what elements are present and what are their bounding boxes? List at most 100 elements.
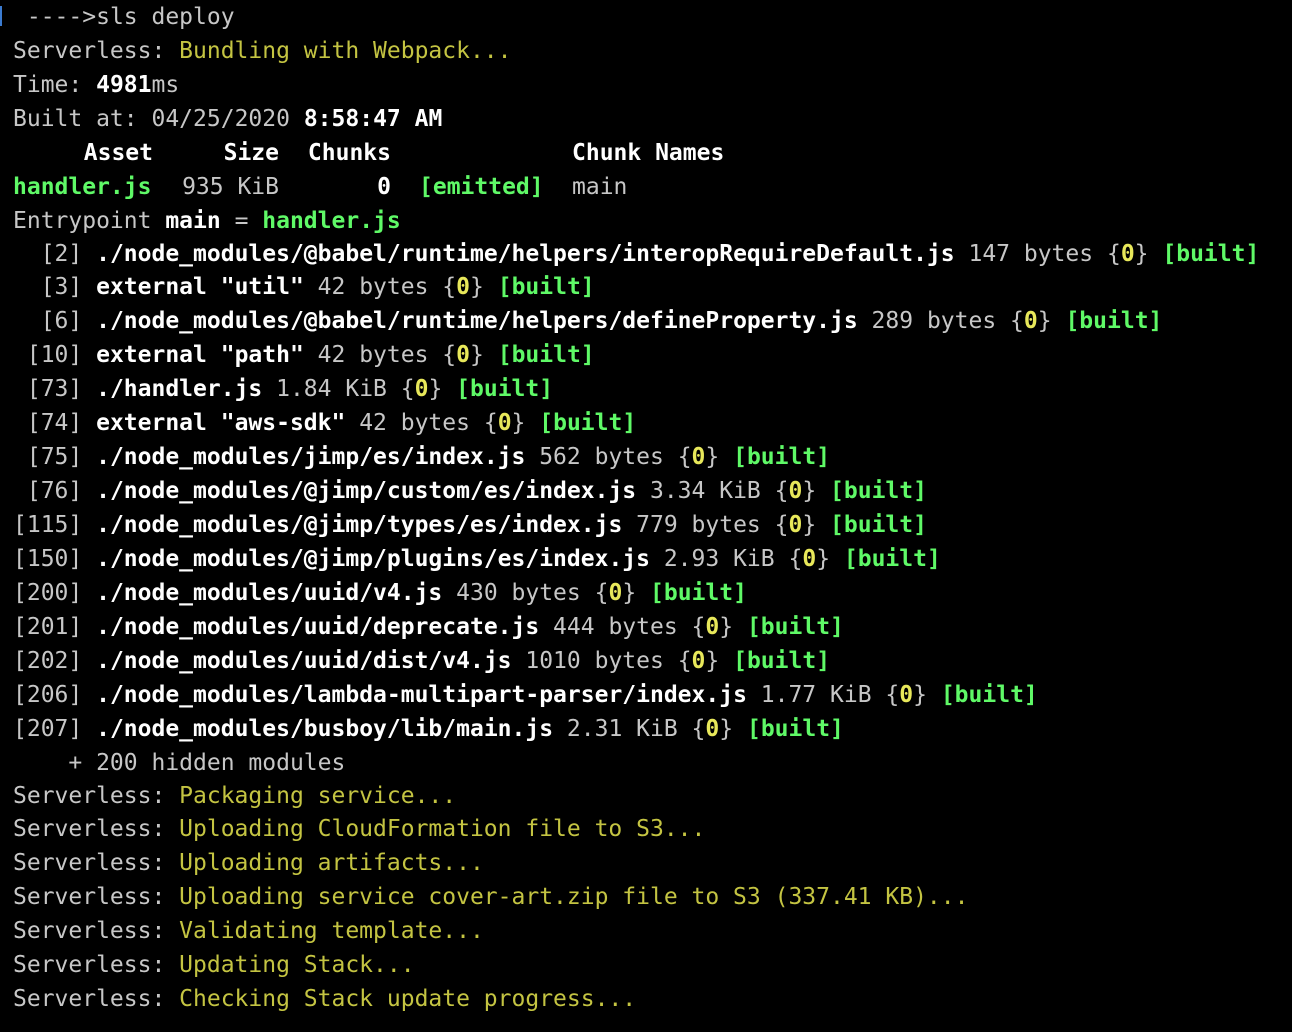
module-size: 2.93 KiB (649, 546, 789, 572)
module-chunk: 0 (456, 274, 471, 300)
module-size: 3.34 KiB (636, 478, 775, 504)
chunk-close: } (719, 716, 747, 742)
terminal-window[interactable]: ---->sls deploy Serverless: Bundling wit… (0, 0, 1292, 1032)
module-line: [3] external "util" 42 bytes {0} [built] (13, 270, 1292, 304)
chunk-close: } (802, 478, 831, 504)
chunk-close: } (511, 410, 540, 436)
module-path: ./node_modules/@jimp/plugins/es/index.js (96, 546, 650, 572)
serverless-line: Serverless: Uploading artifacts... (13, 846, 1292, 880)
prompt: ----> (13, 4, 97, 30)
module-line: [6] ./node_modules/@babel/runtime/helper… (13, 304, 1292, 338)
module-line: [74] external "aws-sdk" 42 bytes {0} [bu… (13, 406, 1292, 440)
built-badge: [built] (497, 274, 595, 300)
asset-row: handler.js 935 KiB 0 [emitted] main (13, 174, 628, 200)
module-id: [206] (13, 682, 97, 708)
module-id: [10] (13, 342, 97, 368)
chunk-open: { (442, 274, 457, 300)
chunk-close: } (1134, 241, 1163, 267)
command-line: ---->sls deploy (13, 0, 1292, 34)
serverless-prefix: Serverless: (13, 783, 180, 809)
module-id: [73] (13, 376, 97, 402)
chunk-close: } (705, 648, 734, 674)
module-size: 1010 bytes (511, 648, 678, 674)
serverless-message: Packaging service... (179, 783, 457, 809)
chunk-open: { (677, 648, 692, 674)
built-badge: [built] (456, 376, 554, 402)
serverless-line: Serverless: Checking Stack update progre… (13, 982, 1292, 1016)
built-badge: [built] (1162, 241, 1260, 267)
serverless-prefix: Serverless: (13, 952, 180, 978)
module-path: ./node_modules/uuid/dist/v4.js (96, 648, 512, 674)
module-size: 1.84 KiB (262, 376, 401, 402)
chunk-open: { (677, 444, 692, 470)
serverless-line: Serverless: Uploading service cover-art.… (13, 880, 1292, 914)
module-id: [115] (13, 512, 97, 538)
module-path: ./node_modules/@babel/runtime/helpers/de… (96, 308, 858, 334)
module-chunk: 0 (1120, 241, 1135, 267)
built-badge: [built] (539, 410, 637, 436)
module-id: [74] (13, 410, 97, 436)
module-line: [73] ./handler.js 1.84 KiB {0} [built] (13, 372, 1292, 406)
serverless-prefix: Serverless: (13, 850, 180, 876)
module-id: [207] (13, 716, 97, 742)
built-badge: [built] (746, 716, 844, 742)
module-size: 430 bytes (442, 580, 595, 606)
serverless-message: Checking Stack update progress... (179, 986, 637, 1012)
module-size: 147 bytes (954, 241, 1107, 267)
chunk-open: { (1106, 241, 1121, 267)
serverless-message: Uploading artifacts... (179, 850, 484, 876)
module-chunk: 0 (899, 682, 914, 708)
module-path: ./handler.js (96, 376, 263, 402)
module-size: 42 bytes (345, 410, 484, 436)
module-path: ./node_modules/uuid/deprecate.js (96, 614, 540, 640)
chunk-close: } (719, 614, 747, 640)
built-badge: [built] (940, 682, 1038, 708)
module-line: [75] ./node_modules/jimp/es/index.js 562… (13, 440, 1292, 474)
serverless-line: Serverless: Packaging service... (13, 780, 1292, 812)
chunk-close: } (816, 546, 844, 572)
module-size: 42 bytes (303, 342, 443, 368)
module-path: ./node_modules/jimp/es/index.js (96, 444, 526, 470)
serverless-message: Validating template... (179, 918, 484, 944)
module-chunk: 0 (705, 716, 720, 742)
chunk-close: } (428, 376, 457, 402)
serverless-message: Updating Stack... (179, 952, 415, 978)
built-badge: [built] (733, 648, 831, 674)
chunk-close: } (913, 682, 941, 708)
serverless-line: Serverless: Validating template... (13, 914, 1292, 948)
serverless-prefix: Serverless: (13, 986, 180, 1012)
module-id: [3] (13, 274, 97, 300)
module-id: [201] (13, 614, 97, 640)
module-chunk: 0 (802, 546, 817, 572)
module-id: [6] (13, 308, 97, 334)
chunk-close: } (470, 274, 498, 300)
serverless-messages: Serverless: Packaging service... Serverle… (13, 780, 1292, 1016)
module-line: [201] ./node_modules/uuid/deprecate.js 4… (13, 610, 1292, 644)
module-line: [150] ./node_modules/@jimp/plugins/es/in… (13, 542, 1292, 576)
serverless-line: Serverless: Updating Stack... (13, 948, 1292, 982)
serverless-message: Uploading CloudFormation file to S3... (179, 816, 706, 842)
module-id: [2] (13, 241, 97, 267)
chunk-open: { (774, 512, 789, 538)
chunk-open: { (442, 342, 457, 368)
chunk-open: { (483, 410, 498, 436)
serverless-prefix: Serverless: (13, 884, 180, 910)
module-line: [10] external "path" 42 bytes {0} [built… (13, 338, 1292, 372)
module-path: ./node_modules/@babel/runtime/helpers/in… (96, 241, 955, 267)
serverless-prefix: Serverless: (13, 816, 180, 842)
entrypoint-line: Entrypoint main = handler.js (13, 208, 401, 234)
built-at-line: Built at: 04/25/2020 8:58:47 AM (13, 106, 443, 132)
built-badge: [built] (830, 512, 927, 538)
hidden-modules-line: + 200 hidden modules (13, 750, 346, 776)
module-chunk: 0 (414, 376, 429, 402)
module-size: 1.77 KiB (746, 682, 886, 708)
module-path: ./node_modules/@jimp/custom/es/index.js (96, 478, 637, 504)
module-path: external "aws-sdk" (96, 410, 346, 436)
module-chunk: 0 (691, 648, 706, 674)
serverless-line: Serverless: Uploading CloudFormation fil… (13, 812, 1292, 846)
module-chunk: 0 (1023, 308, 1038, 334)
chunk-close: } (1037, 308, 1066, 334)
chunk-close: } (705, 444, 734, 470)
module-path: ./node_modules/uuid/v4.js (96, 580, 443, 606)
built-badge: [built] (746, 614, 844, 640)
